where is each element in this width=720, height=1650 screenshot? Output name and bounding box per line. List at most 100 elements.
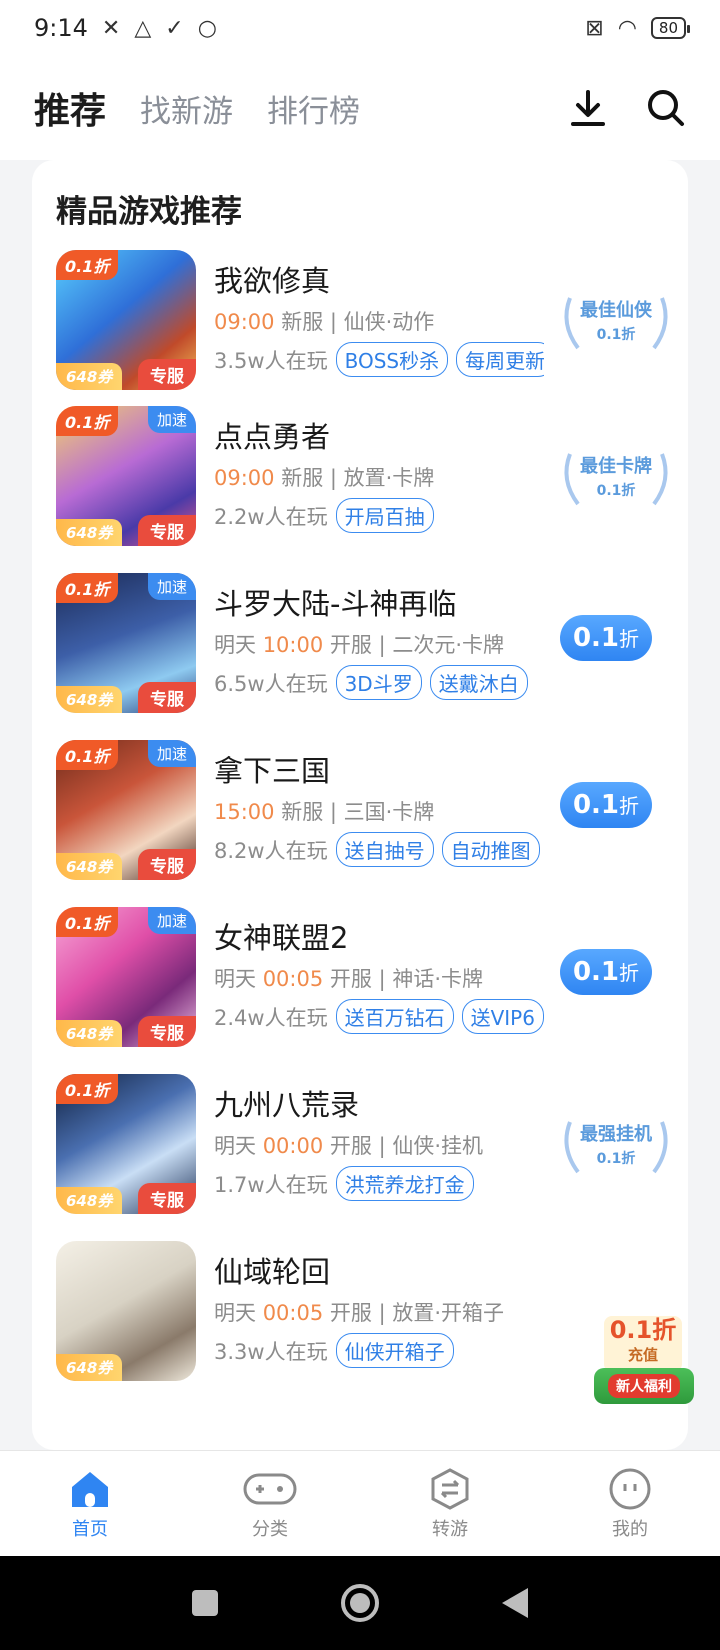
new-user-promo[interactable]: 0.1折 充值 新人福利 <box>594 1316 694 1416</box>
discount-badge: 0.1折 <box>56 1074 119 1104</box>
game-meta: 明天 00:05 开服 | 神话·卡牌 <box>214 967 483 991</box>
coupon-badge: 648券 <box>56 363 123 390</box>
tab-ranking[interactable]: 排行榜 <box>267 86 360 131</box>
award-badge: 最佳卡牌 0.1折 <box>556 442 676 512</box>
award-sub: 0.1折 <box>596 1151 636 1167</box>
tab-label: 我的 <box>612 1519 648 1540</box>
game-name: 仙域轮回 <box>214 1255 331 1289</box>
players-count: 1.7w人在玩 <box>214 1172 328 1197</box>
game-meta: 明天 00:00 开服 | 仙侠·挂机 <box>214 1134 483 1158</box>
top-nav: 推荐 找新游 排行榜 <box>0 56 720 160</box>
speed-badge: 加速 <box>147 740 196 767</box>
discount-pill[interactable]: 0.1折 <box>560 782 652 828</box>
game-item[interactable]: 0.1折 加速 648券 专服 女神联盟2 明天 00:05 开服 | 神话·卡… <box>56 907 676 1049</box>
search-icon[interactable] <box>646 88 686 128</box>
coupon-badge: 648券 <box>56 1187 123 1214</box>
tab-home[interactable]: 首页 <box>0 1451 180 1556</box>
bulb-icon: ○ <box>197 15 217 41</box>
recommend-card: 精品游戏推荐 0.1折 648券 专服 我欲修真 09:00 新服 | 仙侠·动… <box>32 160 688 1450</box>
promo-discount: 0.1折 <box>609 1316 677 1344</box>
exclusive-badge: 专服 <box>138 849 196 880</box>
section-title: 精品游戏推荐 <box>56 194 242 230</box>
speed-badge: 加速 <box>147 573 196 600</box>
game-tag: 送自抽号 <box>335 832 434 867</box>
game-item[interactable]: 0.1折 加速 648券 专服 斗罗大陆-斗神再临 明天 10:00 开服 | … <box>56 573 676 715</box>
game-cover[interactable]: 0.1折 加速 648券 专服 <box>56 907 196 1047</box>
players-count: 3.5w人在玩 <box>214 348 328 373</box>
game-item[interactable]: 648券 仙域轮回 明天 00:05 开服 | 放置·开箱子 3.3w人在玩 仙… <box>56 1241 676 1383</box>
game-players: 2.2w人在玩 开局百抽 <box>214 498 544 533</box>
open-time: 00:05 <box>262 1301 324 1325</box>
promo-recharge: 充值 <box>627 1346 658 1364</box>
gamepad-icon <box>243 1473 297 1505</box>
coupon-badge: 648券 <box>56 519 123 546</box>
triangle-icon: △ <box>134 15 152 41</box>
open-time: 09:00 <box>214 310 275 334</box>
award-title: 最佳卡牌 <box>580 456 652 477</box>
game-meta: 明天 10:00 开服 | 二次元·卡牌 <box>214 633 504 657</box>
players-count: 2.2w人在玩 <box>214 504 328 529</box>
game-name: 拿下三国 <box>214 754 331 788</box>
game-tag: 仙侠开箱子 <box>335 1333 454 1368</box>
open-time: 00:05 <box>262 967 324 991</box>
tab-transfer[interactable]: 转游 <box>360 1451 540 1556</box>
discount-pill[interactable]: 0.1折 <box>560 949 652 995</box>
game-meta: 15:00 新服 | 三国·卡牌 <box>214 800 435 824</box>
game-item[interactable]: 0.1折 加速 648券 专服 拿下三国 15:00 新服 | 三国·卡牌 8.… <box>56 740 676 882</box>
game-tag: 开局百抽 <box>335 498 434 533</box>
game-cover[interactable]: 0.1折 加速 648券 专服 <box>56 740 196 880</box>
profile-icon <box>609 1468 651 1510</box>
system-nav-bar <box>0 1556 720 1650</box>
tab-find-new[interactable]: 找新游 <box>140 86 233 131</box>
speed-badge: 加速 <box>147 406 196 433</box>
discount-badge: 0.1折 <box>56 740 119 770</box>
game-tag: 送VIP6 <box>461 999 544 1034</box>
speed-badge: 加速 <box>147 907 196 934</box>
promo-card: 0.1折 充值 <box>604 1316 682 1372</box>
back-icon[interactable] <box>500 1586 530 1620</box>
status-bar: 9:14 ✕ △ ✓ ○ ⊠ ◠ 80 <box>0 0 720 56</box>
status-time: 9:14 <box>34 14 88 42</box>
game-players: 6.5w人在玩 3D斗罗 送戴沐白 <box>214 665 544 700</box>
tab-profile[interactable]: 我的 <box>540 1451 720 1556</box>
game-name: 斗罗大陆-斗神再临 <box>214 587 457 621</box>
home-button-icon[interactable] <box>340 1583 380 1623</box>
award-sub: 0.1折 <box>596 327 636 343</box>
game-tag: 洪荒养龙打金 <box>335 1166 474 1201</box>
game-cover[interactable]: 0.1折 648券 专服 <box>56 1074 196 1214</box>
game-cover[interactable]: 0.1折 648券 专服 <box>56 250 196 390</box>
game-cover[interactable]: 0.1折 加速 648券 专服 <box>56 573 196 713</box>
game-name: 我欲修真 <box>214 264 331 298</box>
players-count: 3.3w人在玩 <box>214 1339 328 1364</box>
game-item[interactable]: 0.1折 648券 专服 九州八荒录 明天 00:00 开服 | 仙侠·挂机 1… <box>56 1074 676 1216</box>
coupon-badge: 648券 <box>56 853 123 880</box>
game-players: 8.2w人在玩 送自抽号 自动推图 <box>214 832 544 867</box>
game-item[interactable]: 0.1折 648券 专服 我欲修真 09:00 新服 | 仙侠·动作 3.5w人… <box>56 250 676 392</box>
exclusive-badge: 专服 <box>138 682 196 713</box>
game-cover[interactable]: 0.1折 加速 648券 专服 <box>56 406 196 546</box>
battery-icon: 80 <box>650 17 691 39</box>
exclusive-badge: 专服 <box>138 515 196 546</box>
promo-label: 新人福利 <box>608 1374 680 1398</box>
award-badge: 最强挂机 0.1折 <box>556 1110 676 1180</box>
tab-label: 分类 <box>252 1519 288 1540</box>
discount-badge: 0.1折 <box>56 907 119 937</box>
discount-badge: 0.1折 <box>56 250 119 280</box>
game-tag: BOSS秒杀 <box>335 342 449 377</box>
game-meta: 09:00 新服 | 放置·卡牌 <box>214 466 435 490</box>
game-meta: 09:00 新服 | 仙侠·动作 <box>214 310 435 334</box>
coupon-badge: 648券 <box>56 1020 123 1047</box>
download-icon[interactable] <box>570 88 606 128</box>
open-time: 09:00 <box>214 466 275 490</box>
game-tag: 送戴沐白 <box>429 665 528 700</box>
tab-recommend[interactable]: 推荐 <box>34 82 106 134</box>
tab-category[interactable]: 分类 <box>180 1451 360 1556</box>
game-item[interactable]: 0.1折 加速 648券 专服 点点勇者 09:00 新服 | 放置·卡牌 2.… <box>56 406 676 548</box>
mute-icon: ✕ <box>101 15 121 41</box>
home-icon <box>72 1472 108 1507</box>
recent-apps-icon[interactable] <box>190 1588 220 1618</box>
discount-badge: 0.1折 <box>56 573 119 603</box>
game-cover[interactable]: 648券 <box>56 1241 196 1381</box>
wifi-icon: ◠ <box>617 15 637 41</box>
discount-pill[interactable]: 0.1折 <box>560 615 652 661</box>
